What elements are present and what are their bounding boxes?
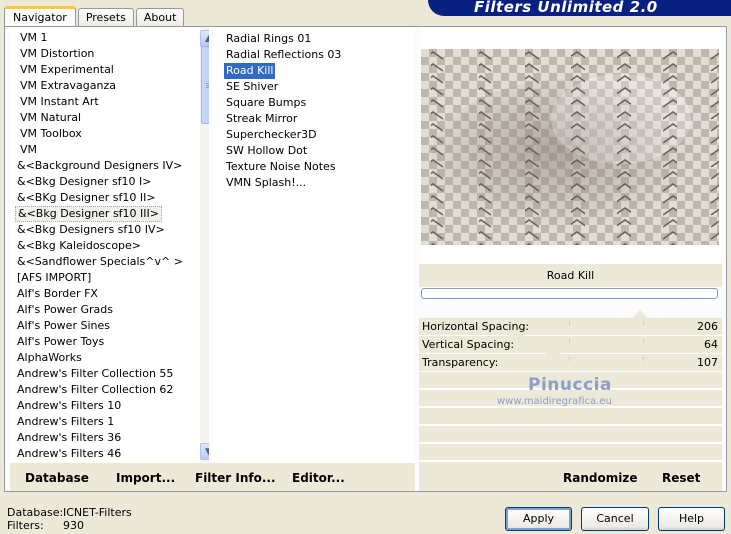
filter-item[interactable]: SE Shiver	[224, 79, 280, 95]
category-item[interactable]: VM	[18, 142, 39, 158]
category-item[interactable]: VM Extravaganza	[18, 78, 118, 94]
empty-param-row	[419, 408, 722, 425]
scroll-thumb[interactable]	[201, 46, 209, 124]
category-item[interactable]: VM Toolbox	[18, 126, 84, 142]
watermark-name: Pinuccia	[528, 375, 612, 395]
help-button[interactable]: Help	[658, 507, 725, 531]
param-slider-row[interactable]: Vertical Spacing: 64	[419, 336, 722, 354]
param-value: 206	[697, 320, 718, 333]
filter-item[interactable]: VMN Splash!...	[224, 175, 308, 191]
status-database-label: Database:	[7, 506, 64, 519]
param-value: 107	[697, 356, 718, 369]
scroll-down-icon[interactable]: ▼	[200, 443, 209, 460]
preview-image	[421, 49, 719, 245]
empty-param-row	[419, 444, 722, 461]
status-database: Database: ICNET-Filters	[7, 506, 132, 519]
category-item[interactable]: Alf's Power Grads	[15, 302, 115, 318]
cancel-button[interactable]: Cancel	[581, 507, 649, 531]
category-item[interactable]: Andrew's Filter Collection 62	[15, 382, 175, 398]
selected-filter-name: Road Kill	[419, 264, 722, 287]
category-item[interactable]: Andrew's Filters 10	[15, 398, 123, 414]
apply-button[interactable]: Apply	[505, 507, 572, 531]
category-item[interactable]: Alf's Power Toys	[15, 334, 106, 350]
editor-button[interactable]: Editor...	[292, 471, 345, 485]
watermark-site: www.maidiregrafica.eu	[497, 396, 612, 407]
slider-handle[interactable]	[544, 346, 561, 354]
category-item[interactable]: &<Bkg Designers sf10 IV>	[15, 222, 167, 238]
category-scrollbar[interactable]: ▲ ▼	[200, 28, 209, 462]
import-button[interactable]: Import...	[116, 471, 175, 485]
category-item[interactable]: &<Bkg Designer sf10 I>	[15, 174, 154, 190]
category-item[interactable]: Andrew's Filter Collection 55	[15, 366, 175, 382]
category-item[interactable]: Andrew's Filters 46	[15, 446, 123, 462]
category-item[interactable]: VM 1	[18, 30, 50, 46]
database-button[interactable]: Database	[25, 471, 89, 485]
category-item[interactable]: &<BKg Designer sf10 II>	[15, 190, 158, 206]
filter-info-button[interactable]: Filter Info...	[195, 471, 276, 485]
param-value: 64	[704, 338, 718, 351]
category-item[interactable]: VM Instant Art	[18, 94, 101, 110]
category-item[interactable]: VM Distortion	[18, 46, 96, 62]
category-item[interactable]: &<Background Designers IV>	[15, 158, 184, 174]
filter-item[interactable]: Superchecker3D	[224, 127, 319, 143]
param-label: Vertical Spacing:	[422, 338, 515, 351]
tab-presets[interactable]: Presets	[77, 8, 134, 27]
left-button-bar: Database Import... Filter Info... Editor…	[10, 463, 415, 491]
reset-button[interactable]: Reset	[662, 471, 700, 485]
filter-item[interactable]: Texture Noise Notes	[224, 159, 338, 175]
tab-navigator[interactable]: Navigator	[4, 6, 76, 28]
tab-strip: Navigator Presets About	[4, 4, 186, 28]
category-list[interactable]: ▲ ▼ VM 1 VM Distortion VM Experimental VM E…	[10, 28, 209, 462]
filter-item[interactable]: Square Bumps	[224, 95, 308, 111]
app-title: Filters Unlimited 2.0	[428, 0, 731, 16]
filter-item[interactable]: Radial Rings 01	[224, 31, 313, 47]
category-item[interactable]: &<Bkg Designer sf10 III>	[15, 206, 163, 222]
category-item[interactable]: Andrew's Filters 36	[15, 430, 123, 446]
scroll-up-icon[interactable]: ▲	[200, 30, 209, 47]
category-item[interactable]: &<Bkg Kaleidoscope>	[15, 238, 143, 254]
right-button-bar: Randomize Reset	[419, 463, 722, 491]
category-item[interactable]: [AFS IMPORT]	[15, 270, 93, 286]
category-item[interactable]: Alf's Power Sines	[15, 318, 112, 334]
randomize-button[interactable]: Randomize	[563, 471, 637, 485]
category-item[interactable]: Andrew's Filters 1	[15, 414, 116, 430]
progress-bar	[421, 288, 718, 299]
filter-list[interactable]: Radial Rings 01 Radial Reflections 03 Road…	[213, 28, 414, 462]
filter-item[interactable]: SW Hollow Dot	[224, 143, 309, 159]
param-slider-row[interactable]: Horizontal Spacing: 206	[419, 318, 722, 336]
status-filters: Filters: 930	[7, 519, 84, 532]
category-item[interactable]: AlphaWorks	[15, 350, 84, 366]
filter-item[interactable]: Radial Reflections 03	[224, 47, 343, 63]
status-filters-value: 930	[63, 519, 84, 532]
category-item[interactable]: &<Sandflower Specials^v^ >	[15, 254, 185, 270]
category-item[interactable]: VM Natural	[18, 110, 83, 126]
slider-handle[interactable]	[506, 328, 523, 336]
param-label: Transparency:	[422, 356, 499, 369]
empty-param-row	[419, 426, 722, 443]
param-slider-row[interactable]: Transparency: 107	[419, 354, 722, 372]
filter-item[interactable]: Road Kill	[224, 63, 276, 79]
filter-item[interactable]: Streak Mirror	[224, 111, 299, 127]
category-item[interactable]: VM Experimental	[18, 62, 116, 78]
status-filters-label: Filters:	[7, 519, 44, 532]
tab-about[interactable]: About	[135, 8, 185, 27]
slider-handle[interactable]	[631, 310, 648, 318]
category-item[interactable]: Alf's Border FX	[15, 286, 100, 302]
status-database-value: ICNET-Filters	[63, 506, 132, 519]
